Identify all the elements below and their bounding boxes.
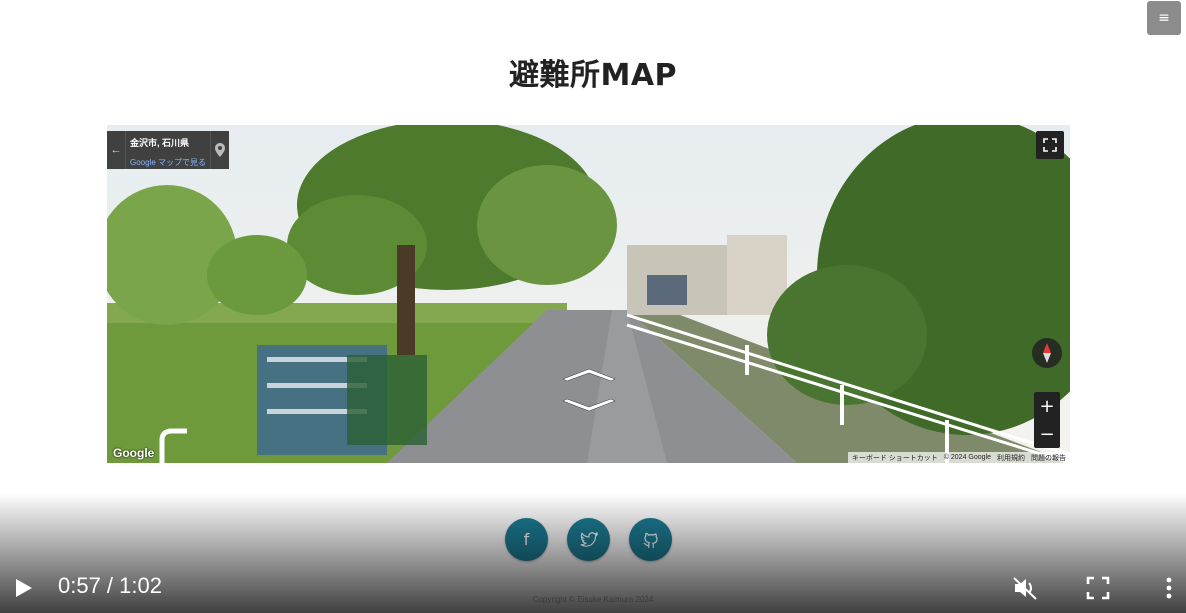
back-arrow-icon[interactable]: ← (107, 131, 126, 169)
unmute-button[interactable] (1012, 575, 1038, 601)
zoom-out-button[interactable]: − (1034, 420, 1060, 448)
street-view-fullscreen-button[interactable] (1036, 131, 1064, 159)
compass-icon[interactable] (1032, 338, 1062, 368)
street-view-info-box: ← 金沢市, 石川県 Google マップで見る (107, 131, 229, 169)
fullscreen-button[interactable] (1085, 575, 1111, 601)
map-attribution: キーボード ショートカット © 2024 Google 利用規約 問題の報告 (847, 452, 1070, 463)
github-icon (643, 532, 658, 548)
keyboard-shortcuts-link[interactable]: キーボード ショートカット (852, 453, 938, 463)
twitter-button[interactable] (567, 518, 610, 561)
place-name: 金沢市, 石川県 (130, 138, 190, 148)
forward-arrow-icon (562, 368, 616, 382)
backward-arrow-icon (562, 398, 616, 412)
video-controls: 0:57 / 1:02 (0, 561, 1186, 613)
video-time: 0:57 / 1:02 (58, 573, 162, 598)
twitter-icon (579, 531, 598, 547)
fullscreen-icon (1043, 138, 1057, 152)
terms-link[interactable]: 利用規約 (997, 453, 1025, 463)
street-view-panorama[interactable]: ← 金沢市, 石川県 Google マップで見る + − Google キーボー… (107, 125, 1070, 463)
open-in-maps-link[interactable]: Google マップで見る (130, 157, 206, 168)
report-problem-link[interactable]: 問題の報告 (1031, 453, 1066, 463)
github-button[interactable] (629, 518, 672, 561)
google-logo: Google (113, 446, 155, 460)
more-options-icon[interactable] (1156, 575, 1182, 601)
menu-button[interactable]: ≡ (1147, 1, 1181, 35)
page-title: 避難所MAP (508, 58, 678, 93)
facebook-icon: f (523, 530, 530, 549)
map-pin-icon[interactable] (210, 131, 229, 169)
play-button[interactable] (12, 577, 34, 599)
hamburger-icon: ≡ (1158, 10, 1170, 26)
zoom-controls: + − (1034, 392, 1060, 448)
copyright-text: © 2024 Google (943, 454, 991, 461)
navigation-arrows[interactable] (559, 365, 619, 415)
zoom-in-button[interactable]: + (1034, 392, 1060, 420)
facebook-button[interactable]: f (505, 518, 548, 561)
